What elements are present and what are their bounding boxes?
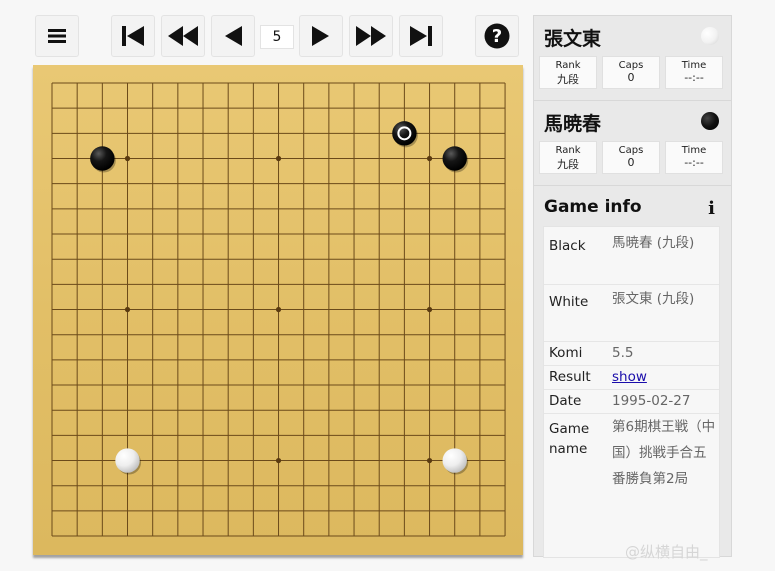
black-stone-icon xyxy=(701,112,719,130)
rank-label: Rank xyxy=(555,60,581,71)
info-row-komi: Komi 5.5 xyxy=(544,341,719,366)
star-point xyxy=(275,306,282,313)
info-key: Komi xyxy=(549,345,583,361)
info-row-white: White 張文東 (九段) xyxy=(544,284,719,342)
question-icon: ? xyxy=(484,23,510,49)
fast-forward-icon xyxy=(356,26,386,46)
help-button[interactable]: ? xyxy=(475,15,519,57)
prev-icon xyxy=(225,26,242,46)
next-move-button[interactable] xyxy=(299,15,343,57)
game-info-table: Black 馬暁春 (九段) White 張文東 (九段) Komi 5.5 R… xyxy=(543,226,720,558)
show-result-link[interactable]: show xyxy=(612,369,647,385)
fast-back-button[interactable] xyxy=(161,15,205,57)
next-icon xyxy=(312,26,329,46)
info-key: Result xyxy=(549,369,591,385)
skip-back-icon xyxy=(122,26,144,46)
caps-value: 0 xyxy=(627,156,635,169)
info-key: Date xyxy=(549,393,582,409)
caps-value: 0 xyxy=(627,71,635,84)
black-stone xyxy=(90,146,115,171)
first-move-button[interactable] xyxy=(111,15,155,57)
svg-text:?: ? xyxy=(492,26,502,47)
info-value: 馬暁春 (九段) xyxy=(612,235,695,251)
rank-value: 九段 xyxy=(557,73,579,86)
star-point xyxy=(124,155,131,162)
info-row-result: Result show xyxy=(544,365,719,390)
fast-forward-button[interactable] xyxy=(349,15,393,57)
time-label: Time xyxy=(681,60,707,71)
white-time: Time --:-- xyxy=(665,56,723,89)
black-rank: Rank 九段 xyxy=(539,141,597,174)
last-move-button[interactable] xyxy=(399,15,443,57)
info-value: 5.5 xyxy=(612,345,634,361)
info-icon[interactable]: i xyxy=(708,198,715,219)
go-board[interactable] xyxy=(33,65,523,555)
star-point xyxy=(275,457,282,464)
black-player-name: 馬暁春 xyxy=(544,113,602,135)
menu-button[interactable] xyxy=(35,15,79,57)
white-stone-icon xyxy=(701,27,719,45)
info-row-game-name: Game name 第6期棋王戦（中国）挑戦手合五番勝負第2局 xyxy=(544,413,719,523)
info-value: 1995-02-27 xyxy=(612,393,691,409)
star-point xyxy=(426,306,433,313)
star-point xyxy=(124,306,131,313)
watermark: @纵横自由_ xyxy=(625,543,708,561)
white-rank: Rank 九段 xyxy=(539,56,597,89)
prev-move-button[interactable] xyxy=(211,15,255,57)
game-info-panel: Game info i Black 馬暁春 (九段) White 張文東 (九段… xyxy=(533,185,732,558)
info-key: Black xyxy=(549,238,586,254)
skip-forward-icon xyxy=(410,26,432,46)
caps-label: Caps xyxy=(618,60,644,71)
info-row-date: Date 1995-02-27 xyxy=(544,389,719,414)
fast-back-icon xyxy=(168,26,198,46)
board-grid[interactable] xyxy=(33,65,523,555)
rank-value: 九段 xyxy=(557,158,579,171)
info-key: Game name xyxy=(549,421,590,457)
white-player-name: 張文東 xyxy=(544,28,602,50)
black-stone xyxy=(392,121,417,146)
white-player-panel: 張文東 Rank 九段 Caps 0 Time --:-- xyxy=(533,15,732,101)
info-value: 第6期棋王戦（中国）挑戦手合五番勝負第2局 xyxy=(612,419,716,487)
time-value: --:-- xyxy=(684,156,704,169)
hamburger-icon xyxy=(48,29,66,43)
info-row-black: Black 馬暁春 (九段) xyxy=(544,227,719,285)
star-point xyxy=(426,457,433,464)
star-point xyxy=(426,155,433,162)
white-stone xyxy=(115,448,140,473)
black-stone xyxy=(442,146,467,171)
white-stone xyxy=(442,448,467,473)
white-caps: Caps 0 xyxy=(602,56,660,89)
info-value: show xyxy=(612,364,716,390)
black-player-panel: 馬暁春 Rank 九段 Caps 0 Time --:-- xyxy=(533,100,732,186)
move-number-display[interactable]: 5 xyxy=(260,25,294,49)
time-label: Time xyxy=(681,145,707,156)
black-caps: Caps 0 xyxy=(602,141,660,174)
info-key: White xyxy=(549,294,589,310)
info-value: 張文東 (九段) xyxy=(612,291,695,307)
star-point xyxy=(275,155,282,162)
black-time: Time --:-- xyxy=(665,141,723,174)
time-value: --:-- xyxy=(684,71,704,84)
rank-label: Rank xyxy=(555,145,581,156)
caps-label: Caps xyxy=(618,145,644,156)
game-info-title: Game info xyxy=(544,197,642,217)
